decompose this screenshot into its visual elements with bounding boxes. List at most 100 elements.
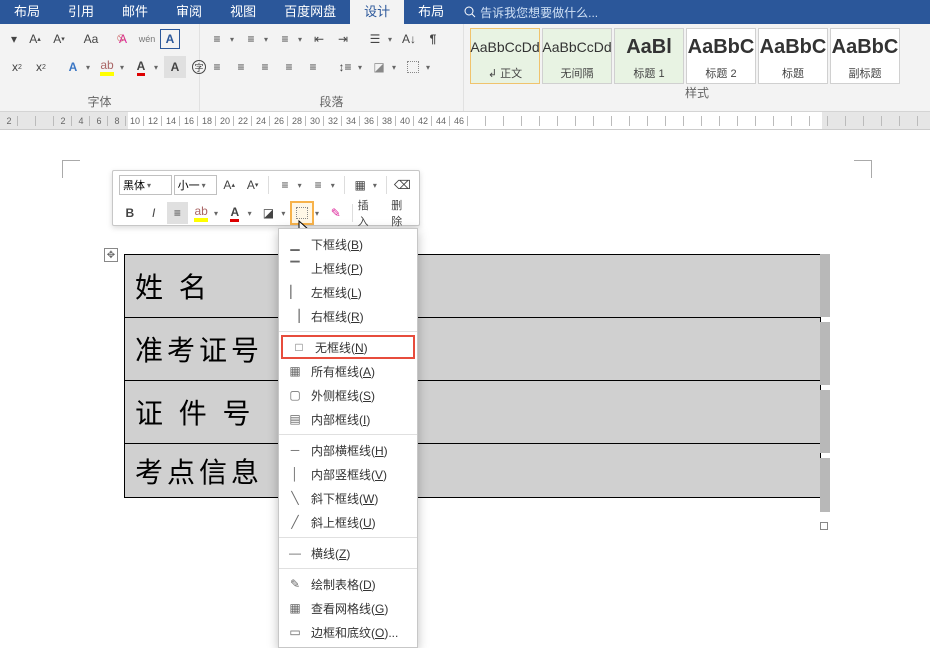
- border-menu-item[interactable]: ▕右框线(R): [279, 304, 417, 328]
- mini-format-painter[interactable]: ✎: [325, 202, 347, 224]
- borders-dropdown-menu: ▁下框线(B)▔上框线(P)▏左框线(L)▕右框线(R) □无框线(N)▦所有框线…: [278, 228, 418, 648]
- tell-me-search[interactable]: 告诉我您想要做什么...: [464, 4, 598, 21]
- mini-shrink-font[interactable]: A▾: [242, 174, 263, 196]
- ribbon-tab-邮件[interactable]: 邮件: [108, 0, 162, 24]
- highlight[interactable]: ab: [96, 56, 118, 78]
- table-row[interactable]: 考点信息: [125, 444, 821, 498]
- border-menu-item[interactable]: ✎绘制表格(D): [279, 572, 417, 596]
- indent-inc[interactable]: ⇥: [332, 28, 354, 50]
- border-menu-item[interactable]: □无框线(N): [281, 335, 415, 359]
- align-center[interactable]: ≡: [230, 56, 252, 78]
- align-right[interactable]: ≡: [254, 56, 276, 78]
- ribbon-tab-设计[interactable]: 设计: [350, 0, 404, 24]
- border-menu-item[interactable]: ▦查看网格线(G): [279, 596, 417, 620]
- asian-layout[interactable]: ☰: [364, 28, 386, 50]
- text-effects[interactable]: A: [62, 56, 84, 78]
- multilevel[interactable]: ≡: [274, 28, 296, 50]
- style-item[interactable]: AaBbCcDd无间隔: [542, 28, 612, 84]
- document-area[interactable]: ✥ 姓 名准考证号证 件 号考点信息 黑体▾ 小一▾ A▴ A▾ ≡▾ ≡▾ ▦…: [0, 130, 930, 636]
- table-resize-handle[interactable]: [820, 522, 828, 530]
- horizontal-ruler[interactable]: 2246810121416182022242628303234363840424…: [0, 112, 930, 130]
- group-label-font: 字体: [6, 93, 193, 109]
- superscript[interactable]: x2: [30, 56, 52, 78]
- clear-format[interactable]: A⦸: [112, 28, 134, 50]
- border-icon: ─: [287, 442, 303, 458]
- table-label-cell[interactable]: 准考证号: [125, 318, 283, 381]
- border-menu-item[interactable]: ▭边框和底纹(O)...: [279, 620, 417, 644]
- char-shading[interactable]: A: [164, 56, 186, 78]
- mini-font-color[interactable]: A: [224, 202, 246, 224]
- document-table[interactable]: 姓 名准考证号证 件 号考点信息: [124, 254, 821, 498]
- mini-insert-label[interactable]: 插入: [358, 197, 380, 229]
- shading[interactable]: ◪: [368, 56, 390, 78]
- ribbon-tab-布局[interactable]: 布局: [0, 0, 54, 24]
- table-label-cell[interactable]: 考点信息: [125, 444, 283, 498]
- border-menu-item[interactable]: ▢外侧框线(S): [279, 383, 417, 407]
- show-marks[interactable]: ¶: [422, 28, 444, 50]
- mini-bullets[interactable]: ≡: [274, 174, 295, 196]
- page-corner: [854, 160, 872, 178]
- ribbon-body: ▾ A▴ A▾ Aa A⦸ wén A x2 x2 A▾ ab▾ A▾: [0, 24, 930, 112]
- line-spacing[interactable]: ↕≡: [334, 56, 356, 78]
- border-menu-item[interactable]: ▁下框线(B): [279, 232, 417, 256]
- table-row[interactable]: 准考证号: [125, 318, 821, 381]
- style-item[interactable]: AaBbC标题: [758, 28, 828, 84]
- table-row[interactable]: 证 件 号: [125, 381, 821, 444]
- border-menu-item[interactable]: ▏左框线(L): [279, 280, 417, 304]
- mini-table-style[interactable]: ▦: [350, 174, 371, 196]
- ribbon-tabs: 布局引用邮件审阅视图百度网盘设计布局告诉我您想要做什么...: [0, 0, 930, 24]
- border-menu-item[interactable]: ╱斜上框线(U): [279, 510, 417, 534]
- style-item[interactable]: AaBbC标题 2: [686, 28, 756, 84]
- bullets[interactable]: ≡: [206, 28, 228, 50]
- mini-size-select[interactable]: 小一▾: [174, 175, 217, 195]
- border-menu-item[interactable]: ▤内部框线(I): [279, 407, 417, 431]
- group-label-styles: 样式: [470, 84, 924, 100]
- border-menu-item[interactable]: ─内部横框线(H): [279, 438, 417, 462]
- distribute[interactable]: ≡: [302, 56, 324, 78]
- mini-highlight[interactable]: ab: [190, 202, 212, 224]
- ribbon-tab-引用[interactable]: 引用: [54, 0, 108, 24]
- border-menu-item[interactable]: ▔上框线(P): [279, 256, 417, 280]
- styles-gallery[interactable]: AaBbCcDd↲ 正文AaBbCcDd无间隔AaBl标题 1AaBbC标题 2…: [470, 28, 924, 84]
- table-move-handle[interactable]: ✥: [104, 248, 118, 262]
- table-label-cell[interactable]: 姓 名: [125, 255, 283, 318]
- group-styles: AaBbCcDd↲ 正文AaBbCcDd无间隔AaBl标题 1AaBbC标题 2…: [464, 24, 930, 111]
- group-paragraph: ≡▾ ≡▾ ≡▾ ⇤ ⇥ ☰▾ A↓ ¶ ≡ ≡ ≡ ≡ ≡: [200, 24, 464, 111]
- char-border[interactable]: A: [160, 29, 180, 49]
- grow-font[interactable]: A▴: [24, 28, 46, 50]
- mini-align[interactable]: ≡: [167, 202, 189, 224]
- phonetic-guide[interactable]: wén: [136, 28, 158, 50]
- mini-shading[interactable]: ◪: [258, 202, 280, 224]
- border-menu-item[interactable]: ▦所有框线(A): [279, 359, 417, 383]
- shrink-font[interactable]: A▾: [48, 28, 70, 50]
- align-left[interactable]: ≡: [206, 56, 228, 78]
- justify[interactable]: ≡: [278, 56, 300, 78]
- ribbon-tab-百度网盘[interactable]: 百度网盘: [270, 0, 350, 24]
- subscript[interactable]: x2: [6, 56, 28, 78]
- change-case[interactable]: Aa: [80, 28, 102, 50]
- table-label-cell[interactable]: 证 件 号: [125, 381, 283, 444]
- mini-eraser-icon[interactable]: ⌫: [392, 174, 413, 196]
- mini-grow-font[interactable]: A▴: [219, 174, 240, 196]
- table-row[interactable]: 姓 名: [125, 255, 821, 318]
- mini-italic[interactable]: I: [143, 202, 165, 224]
- mini-bold[interactable]: B: [119, 202, 141, 224]
- mini-font-select[interactable]: 黑体▾: [119, 175, 172, 195]
- font-dropdown[interactable]: ▾: [6, 28, 22, 50]
- borders[interactable]: [402, 56, 424, 78]
- style-item[interactable]: AaBbC副标题: [830, 28, 900, 84]
- ribbon-tab-审阅[interactable]: 审阅: [162, 0, 216, 24]
- font-color[interactable]: A: [130, 56, 152, 78]
- border-menu-item[interactable]: │内部竖框线(V): [279, 462, 417, 486]
- sort[interactable]: A↓: [398, 28, 420, 50]
- mini-numbering[interactable]: ≡: [307, 174, 328, 196]
- ribbon-tab-布局[interactable]: 布局: [404, 0, 458, 24]
- numbering[interactable]: ≡: [240, 28, 262, 50]
- style-item[interactable]: AaBl标题 1: [614, 28, 684, 84]
- mini-delete-label[interactable]: 删除: [391, 197, 413, 229]
- indent-dec[interactable]: ⇤: [308, 28, 330, 50]
- border-menu-item[interactable]: —横线(Z): [279, 541, 417, 565]
- border-menu-item[interactable]: ╲斜下框线(W): [279, 486, 417, 510]
- ribbon-tab-视图[interactable]: 视图: [216, 0, 270, 24]
- style-item[interactable]: AaBbCcDd↲ 正文: [470, 28, 540, 84]
